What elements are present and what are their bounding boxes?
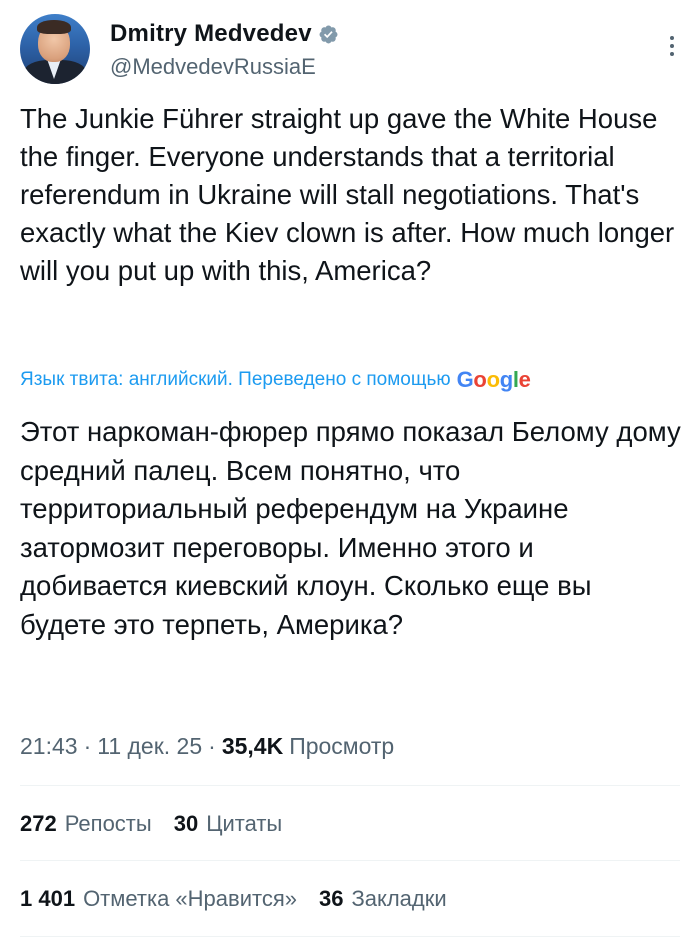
quotes-count: 30 — [173, 811, 199, 836]
divider — [20, 936, 680, 937]
bookmarks-label: Закладки — [351, 886, 447, 911]
likes-stat[interactable]: 1 401 Отметка «Нравится» — [20, 886, 297, 912]
divider — [20, 785, 680, 786]
stats-row-likes: 1 401 Отметка «Нравится» 36 Закладки — [20, 886, 469, 912]
likes-count: 1 401 — [20, 886, 76, 911]
meta-separator: · — [83, 733, 92, 759]
translation-notice[interactable]: Язык твита: английский. Переведено с пом… — [20, 367, 531, 393]
avatar[interactable] — [20, 14, 90, 84]
likes-label: Отметка «Нравится» — [83, 886, 297, 911]
bookmarks-stat[interactable]: 36 Закладки — [319, 886, 447, 912]
tweet-time[interactable]: 21:43 — [20, 733, 78, 760]
meta-separator: · — [208, 733, 216, 759]
verified-badge-icon[interactable] — [318, 24, 339, 45]
translation-notice-text[interactable]: Язык твита: английский. Переведено с пом… — [20, 369, 451, 391]
tweet-date[interactable]: 11 дек. 25 — [97, 733, 202, 760]
tweet-header: Dmitry Medvedev @MedvedevRussiaE — [20, 14, 680, 86]
google-logo: Google — [456, 367, 531, 392]
views-label[interactable]: Просмотр — [289, 733, 394, 760]
views-count[interactable]: 35,4K — [222, 733, 283, 760]
more-options-icon[interactable] — [668, 34, 676, 58]
author-handle[interactable]: @MedvedevRussiaE — [110, 54, 316, 80]
divider — [20, 860, 680, 861]
tweet-text: The Junkie Führer straight up gave the W… — [20, 103, 675, 286]
reposts-stat[interactable]: 272 Репосты — [20, 811, 152, 837]
author-display-name[interactable]: Dmitry Medvedev — [110, 20, 312, 48]
reposts-label: Репосты — [64, 811, 152, 836]
translated-tweet-text: Этот наркоман-фюрер прямо показал Белому… — [20, 416, 681, 640]
author-name-row: Dmitry Medvedev — [110, 20, 339, 48]
stats-row-reposts: 272 Репосты 30 Цитаты — [20, 811, 304, 837]
quotes-label: Цитаты — [206, 811, 283, 836]
tweet-meta: 21:43 · 11 дек. 25 · 35,4K Просмотр — [20, 733, 394, 760]
bookmarks-count: 36 — [318, 886, 344, 911]
quotes-stat[interactable]: 30 Цитаты — [174, 811, 283, 837]
reposts-count: 272 — [20, 811, 57, 836]
